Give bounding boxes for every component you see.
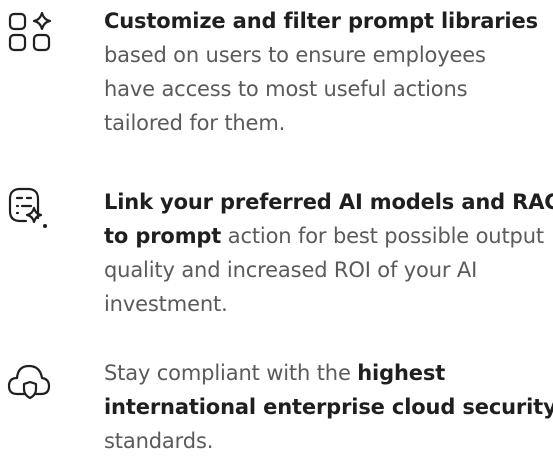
feature-text-line: quality and increased ROI of your AI (104, 253, 553, 287)
feature-body: based on users to ensure employees (104, 43, 486, 67)
feature-title-emphasis: highest (357, 361, 446, 385)
feature-text-line: investment. (104, 287, 553, 321)
feature-title: international enterprise cloud security (104, 395, 553, 419)
feature-text-line: Stay compliant with the highest (104, 356, 553, 390)
cloud-shield-icon (0, 352, 70, 412)
feature-body: quality and increased ROI of your AI (104, 258, 478, 282)
feature-body: action for best possible output (221, 224, 544, 248)
feature-body: tailored for them. (104, 111, 286, 135)
feature-text-line: based on users to ensure employees (104, 38, 553, 72)
feature-title: Link your preferred AI models and RAG (104, 190, 553, 214)
feature-body: have access to most useful actions (104, 77, 468, 101)
feature-text-line: tailored for them. (104, 106, 553, 140)
feature-text-line: have access to most useful actions (104, 72, 553, 106)
feature-body: standards. (104, 429, 214, 453)
grid-sparkle-icon (0, 0, 70, 60)
feature-text-line: Link your preferred AI models and RAG (104, 185, 553, 219)
feature-title-emphasis: to prompt (104, 224, 222, 248)
feature-title: Customize and filter prompt libraries (104, 9, 538, 33)
feature-text-line: to prompt action for best possible outpu… (104, 219, 553, 253)
feature-body: Stay compliant with the (104, 361, 358, 385)
prompt-sparkle-icon (0, 181, 70, 241)
feature-text-line: international enterprise cloud security (104, 390, 553, 424)
feature-text-line: standards. (104, 424, 553, 458)
feature-text-line: Customize and filter prompt libraries (104, 4, 553, 38)
feature-body: investment. (104, 292, 228, 316)
